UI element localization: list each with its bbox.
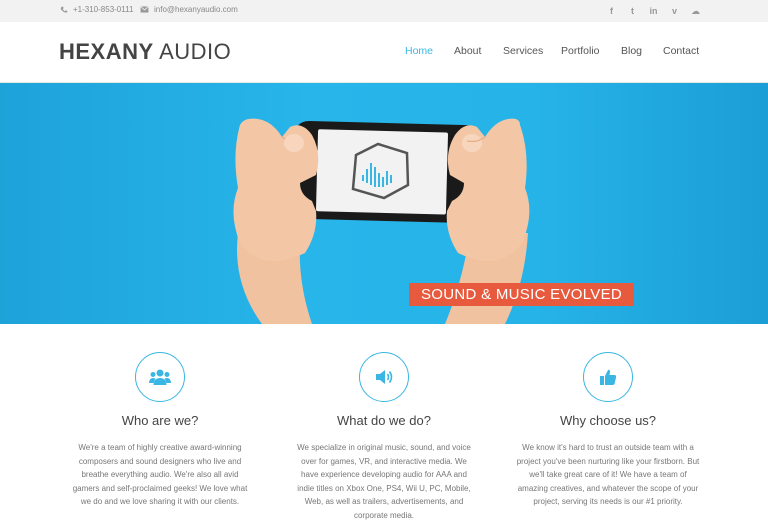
feature-title: What do we do? — [337, 413, 431, 428]
vimeo-icon[interactable]: v — [664, 4, 685, 18]
envelope-icon — [140, 6, 149, 13]
feature-who-are-we: Who are we? We're a team of highly creat… — [60, 352, 260, 509]
feature-text: We know it's hard to trust an outside te… — [516, 443, 700, 506]
feature-title: Who are we? — [121, 413, 199, 428]
feature-icon-circle — [583, 352, 633, 402]
feature-what-do-we-do: What do we do? We specialize in original… — [284, 352, 484, 522]
feature-why-choose-us: Why choose us? We know it's hard to trus… — [508, 352, 708, 509]
hero-banner: SOUND & MUSIC EVOLVED — [0, 83, 768, 324]
nav-portfolio[interactable]: Portfolio — [561, 45, 600, 57]
phone-number: +1-310-853-0111 — [73, 5, 134, 14]
users-icon — [149, 369, 171, 385]
nav-blog[interactable]: Blog — [621, 45, 642, 57]
nav-about[interactable]: About — [454, 45, 481, 57]
phone-contact[interactable]: +1-310-853-0111 — [60, 5, 133, 14]
feature-icon-circle — [135, 352, 185, 402]
nav-contact[interactable]: Contact — [663, 45, 699, 57]
site-header: HEXANY AUDIO Home About Services Portfol… — [0, 22, 768, 83]
hero-tagline: SOUND & MUSIC EVOLVED — [409, 283, 634, 306]
feature-icon-circle — [359, 352, 409, 402]
volume-icon — [376, 370, 393, 384]
social-links: f t in v ☁ — [601, 4, 706, 18]
top-bar: +1-310-853-0111 info@hexanyaudio.com f t… — [0, 0, 768, 22]
email-address: info@hexanyaudio.com — [154, 5, 238, 14]
twitter-icon[interactable]: t — [622, 4, 643, 18]
feature-title: Why choose us? — [559, 413, 657, 428]
email-contact[interactable]: info@hexanyaudio.com — [140, 5, 238, 14]
hands-holding-phone-image — [233, 118, 530, 324]
thumbs-up-icon — [600, 369, 617, 385]
facebook-icon[interactable]: f — [601, 4, 622, 18]
feature-text: We're a team of highly creative award-wi… — [72, 443, 248, 506]
feature-text: We specialize in original music, sound, … — [297, 443, 471, 520]
nav-home[interactable]: Home — [405, 45, 433, 57]
nav-services[interactable]: Services — [503, 45, 543, 57]
phone-icon — [60, 6, 68, 13]
main-nav: Home About Services Portfolio Blog Conta… — [0, 45, 768, 59]
linkedin-icon[interactable]: in — [643, 4, 664, 18]
soundcloud-icon[interactable]: ☁ — [685, 4, 706, 18]
